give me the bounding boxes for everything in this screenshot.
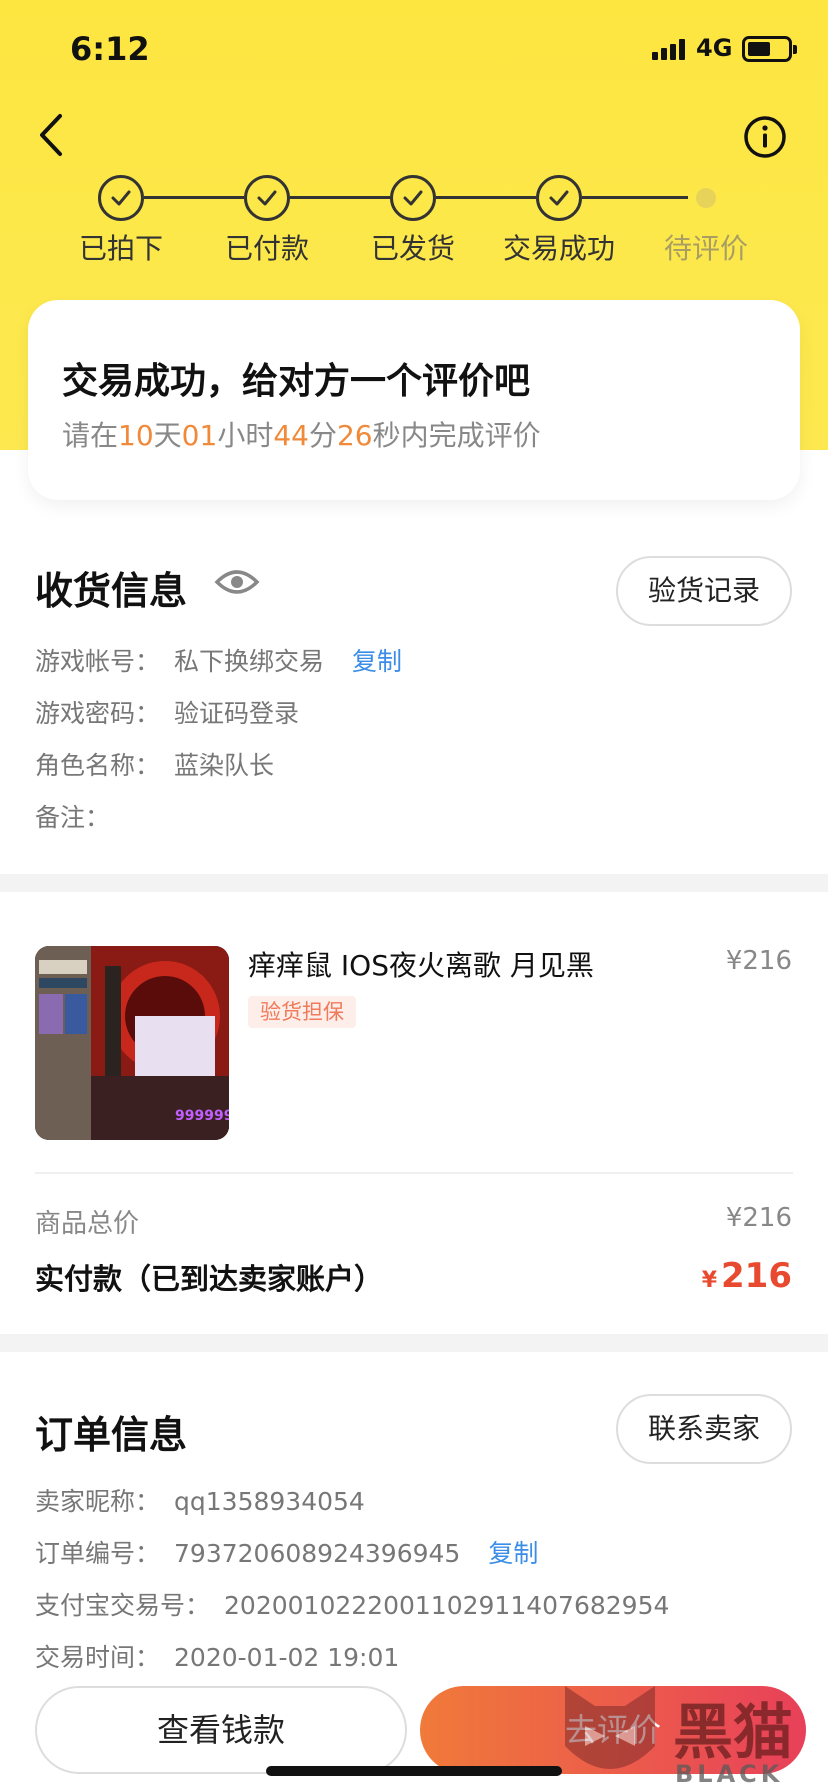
step-label: 已拍下 (78, 232, 163, 265)
countdown-days: 10 (118, 419, 154, 452)
order-section-title: 订单信息 (35, 1413, 188, 1457)
step-label: 已发货 (370, 232, 455, 265)
step-label: 待评价 (663, 232, 748, 265)
chevron-left-icon (40, 114, 62, 156)
network-type: 4G (696, 34, 733, 62)
progress-line (436, 196, 536, 199)
step-label: 交易成功 (502, 232, 615, 265)
blackcat-watermark: 黑猫 BLACK CAT (555, 1676, 828, 1792)
review-prompt-card: 交易成功，给对方一个评价吧 请在10天01小时44分26秒内完成评价 (28, 300, 800, 500)
cat-logo-icon (565, 1686, 655, 1769)
inspection-guarantee-badge: 验货担保 (248, 996, 356, 1028)
divider-line (35, 1172, 793, 1174)
countdown-minutes: 44 (273, 419, 309, 452)
paid-amount-value: ¥216 (701, 1256, 792, 1296)
paid-amount-label: 实付款（已到达卖家账户） (35, 1262, 384, 1296)
progress-line (582, 196, 688, 199)
delivery-row-note: 备注： (35, 803, 111, 832)
copy-order-number-link[interactable]: 复制 (488, 1539, 538, 1568)
watermark-subtext: BLACK CAT (675, 1760, 784, 1792)
progress-line (290, 196, 390, 199)
order-row-alipay: 支付宝交易号： 2020010222001102911407682954 (35, 1591, 670, 1620)
section-divider (0, 1334, 828, 1352)
home-indicator (266, 1766, 562, 1776)
battery-icon (742, 36, 797, 62)
contact-seller-button[interactable]: 联系卖家 (616, 1394, 792, 1464)
step-done-icon (98, 175, 144, 221)
step-done-icon (244, 175, 290, 221)
countdown-hours: 01 (181, 419, 218, 452)
product-thumbnail[interactable]: 999999 (35, 946, 229, 1140)
inspection-record-button[interactable]: 验货记录 (616, 556, 792, 626)
order-row-time: 交易时间： 2020-01-02 19:01 (35, 1643, 400, 1672)
progress-line (144, 196, 244, 199)
delivery-section-title: 收货信息 (35, 569, 188, 613)
watermark-text: 黑猫 (673, 1698, 793, 1768)
section-divider (0, 874, 828, 892)
step-done-icon (390, 175, 436, 221)
step-pending-dot (696, 188, 716, 208)
signal-icon (652, 38, 688, 60)
countdown-seconds: 26 (336, 419, 373, 452)
goods-total-label: 商品总价 (35, 1209, 140, 1239)
game-screenshot-image: 999999 (35, 946, 229, 1140)
delivery-row-account: 游戏帐号： 私下换绑交易 复制 (35, 647, 403, 676)
back-button[interactable] (30, 110, 74, 160)
order-row-seller: 卖家昵称： qq1358934054 (35, 1487, 365, 1516)
view-money-button[interactable]: 查看钱款 (35, 1686, 407, 1774)
info-button[interactable] (742, 114, 788, 160)
product-name[interactable]: 痒痒鼠 IOS夜火离歌 月见黑 (248, 944, 594, 984)
svg-text:999999: 999999 (175, 1108, 229, 1124)
eye-icon[interactable] (214, 565, 260, 599)
delivery-row-role: 角色名称： 蓝染队长 (35, 751, 275, 780)
delivery-row-password: 游戏密码： 验证码登录 (35, 699, 300, 728)
copy-account-link[interactable]: 复制 (352, 647, 402, 676)
goods-total-value: ¥216 (725, 1203, 792, 1233)
product-price: ¥216 (725, 946, 792, 976)
review-prompt-title: 交易成功，给对方一个评价吧 (62, 361, 531, 402)
step-done-icon (536, 175, 582, 221)
order-progress: 已拍下 已付款 已发货 交易成功 待评价 (0, 175, 828, 265)
status-time: 6:12 (70, 30, 150, 68)
order-row-number: 订单编号： 793720608924396945 复制 (35, 1539, 539, 1568)
step-label: 已付款 (224, 232, 309, 265)
info-icon (744, 116, 786, 158)
review-countdown: 请在10天01小时44分26秒内完成评价 (62, 419, 541, 452)
status-bar: 6:12 4G (0, 0, 828, 100)
